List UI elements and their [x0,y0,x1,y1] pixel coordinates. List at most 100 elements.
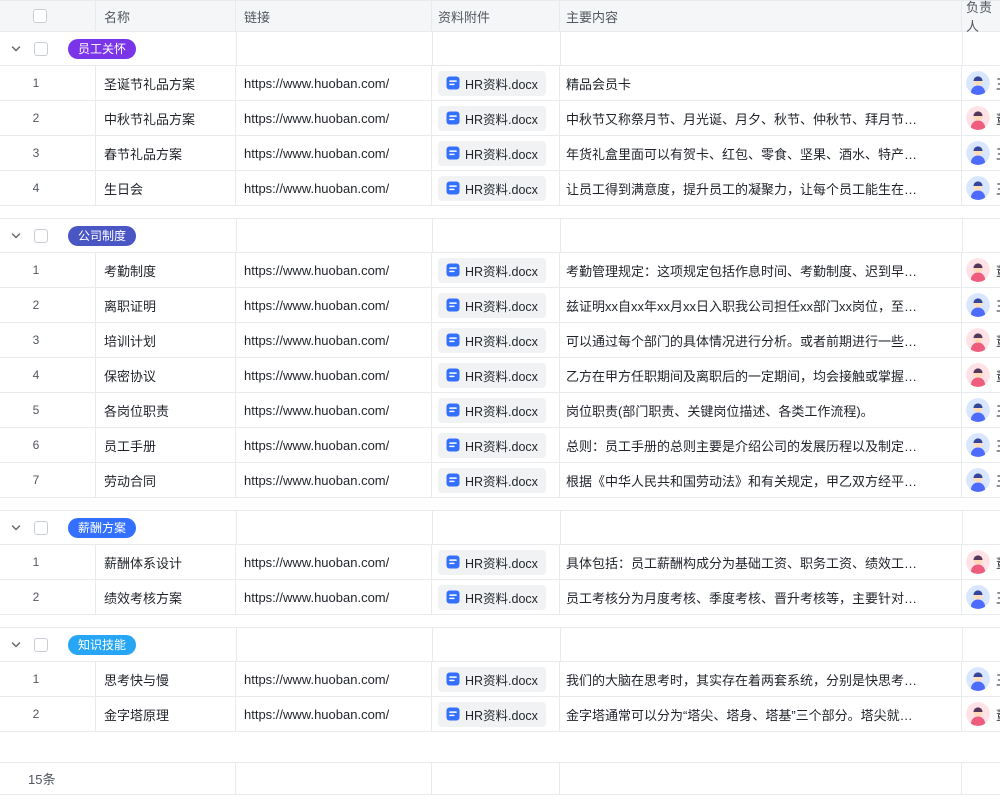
owner-avatar[interactable] [966,585,990,609]
owner-avatar[interactable] [966,258,990,282]
record-link-cell[interactable]: https://www.huoban.com/ [236,101,432,135]
record-link-cell[interactable]: https://www.huoban.com/ [236,545,432,579]
owner-avatar[interactable] [966,293,990,317]
record-link[interactable]: https://www.huoban.com/ [244,76,389,91]
table-row[interactable]: 1 思考快与慢 https://www.huoban.com/ HR资料.doc… [0,662,1000,697]
record-link[interactable]: https://www.huoban.com/ [244,590,389,605]
attachment-chip[interactable]: HR资料.docx [438,328,546,353]
record-link[interactable]: https://www.huoban.com/ [244,438,389,453]
owner-avatar[interactable] [966,328,990,352]
chevron-down-icon[interactable] [10,43,22,55]
record-link[interactable]: https://www.huoban.com/ [244,298,389,313]
group-badge[interactable]: 知识技能 [68,635,136,655]
record-name-cell[interactable]: 薪酬体系设计 [96,545,236,579]
record-name-cell[interactable]: 圣诞节礼品方案 [96,66,236,100]
record-link[interactable]: https://www.huoban.com/ [244,403,389,418]
column-header-link[interactable]: 链接 [236,1,432,31]
record-link-cell[interactable]: https://www.huoban.com/ [236,136,432,170]
record-link-cell[interactable]: https://www.huoban.com/ [236,580,432,614]
column-header-owner[interactable]: 负责人 [962,1,1000,31]
group-checkbox[interactable] [34,42,48,56]
record-name-cell[interactable]: 员工手册 [96,428,236,462]
record-name-cell[interactable]: 考勤制度 [96,253,236,287]
attachment-chip[interactable]: HR资料.docx [438,258,546,283]
record-link-cell[interactable]: https://www.huoban.com/ [236,66,432,100]
table-row[interactable]: 2 离职证明 https://www.huoban.com/ HR资料.docx… [0,288,1000,323]
attachment-chip[interactable]: HR资料.docx [438,667,546,692]
owner-avatar[interactable] [966,71,990,95]
record-link-cell[interactable]: https://www.huoban.com/ [236,358,432,392]
owner-avatar[interactable] [966,176,990,200]
record-link-cell[interactable]: https://www.huoban.com/ [236,253,432,287]
owner-avatar[interactable] [966,433,990,457]
record-link-cell[interactable]: https://www.huoban.com/ [236,393,432,427]
record-name-cell[interactable]: 生日会 [96,171,236,205]
record-name-cell[interactable]: 培训计划 [96,323,236,357]
group-badge[interactable]: 公司制度 [68,226,136,246]
record-link[interactable]: https://www.huoban.com/ [244,146,389,161]
record-name-cell[interactable]: 春节礼品方案 [96,136,236,170]
table-row[interactable]: 6 员工手册 https://www.huoban.com/ HR资料.docx… [0,428,1000,463]
record-name-cell[interactable]: 保密协议 [96,358,236,392]
record-link-cell[interactable]: https://www.huoban.com/ [236,662,432,696]
column-header-content[interactable]: 主要内容 [560,1,962,31]
attachment-chip[interactable]: HR资料.docx [438,106,546,131]
record-link-cell[interactable]: https://www.huoban.com/ [236,463,432,497]
record-name-cell[interactable]: 各岗位职责 [96,393,236,427]
attachment-chip[interactable]: HR资料.docx [438,702,546,727]
record-link-cell[interactable]: https://www.huoban.com/ [236,288,432,322]
owner-avatar[interactable] [966,667,990,691]
group-checkbox[interactable] [34,229,48,243]
record-link[interactable]: https://www.huoban.com/ [244,181,389,196]
chevron-down-icon[interactable] [10,522,22,534]
attachment-chip[interactable]: HR资料.docx [438,468,546,493]
attachment-chip[interactable]: HR资料.docx [438,585,546,610]
attachment-chip[interactable]: HR资料.docx [438,398,546,423]
record-name-cell[interactable]: 中秋节礼品方案 [96,101,236,135]
record-link[interactable]: https://www.huoban.com/ [244,111,389,126]
attachment-chip[interactable]: HR资料.docx [438,550,546,575]
record-name-cell[interactable]: 绩效考核方案 [96,580,236,614]
record-link[interactable]: https://www.huoban.com/ [244,707,389,722]
attachment-chip[interactable]: HR资料.docx [438,293,546,318]
owner-avatar[interactable] [966,106,990,130]
group-badge[interactable]: 员工关怀 [68,39,136,59]
attachment-chip[interactable]: HR资料.docx [438,141,546,166]
record-name-cell[interactable]: 金字塔原理 [96,697,236,731]
record-link[interactable]: https://www.huoban.com/ [244,473,389,488]
record-link-cell[interactable]: https://www.huoban.com/ [236,428,432,462]
group-checkbox[interactable] [34,638,48,652]
owner-avatar[interactable] [966,550,990,574]
chevron-down-icon[interactable] [10,230,22,242]
record-link[interactable]: https://www.huoban.com/ [244,263,389,278]
column-header-attachment[interactable]: 资料附件 [432,1,560,31]
owner-avatar[interactable] [966,702,990,726]
table-row[interactable]: 3 培训计划 https://www.huoban.com/ HR资料.docx… [0,323,1000,358]
select-all-checkbox[interactable] [33,9,47,23]
group-badge[interactable]: 薪酬方案 [68,518,136,538]
table-row[interactable]: 2 金字塔原理 https://www.huoban.com/ HR资料.doc… [0,697,1000,732]
table-row[interactable]: 1 薪酬体系设计 https://www.huoban.com/ HR资料.do… [0,545,1000,580]
record-link[interactable]: https://www.huoban.com/ [244,368,389,383]
record-link[interactable]: https://www.huoban.com/ [244,333,389,348]
column-header-name[interactable]: 名称 [96,1,236,31]
record-name-cell[interactable]: 离职证明 [96,288,236,322]
table-row[interactable]: 4 保密协议 https://www.huoban.com/ HR资料.docx… [0,358,1000,393]
table-row[interactable]: 7 劳动合同 https://www.huoban.com/ HR资料.docx… [0,463,1000,498]
table-row[interactable]: 2 中秋节礼品方案 https://www.huoban.com/ HR资料.d… [0,101,1000,136]
record-link-cell[interactable]: https://www.huoban.com/ [236,171,432,205]
table-row[interactable]: 1 考勤制度 https://www.huoban.com/ HR资料.docx… [0,253,1000,288]
record-link-cell[interactable]: https://www.huoban.com/ [236,697,432,731]
chevron-down-icon[interactable] [10,639,22,651]
owner-avatar[interactable] [966,363,990,387]
owner-avatar[interactable] [966,398,990,422]
attachment-chip[interactable]: HR资料.docx [438,433,546,458]
record-link[interactable]: https://www.huoban.com/ [244,672,389,687]
record-link[interactable]: https://www.huoban.com/ [244,555,389,570]
record-name-cell[interactable]: 思考快与慢 [96,662,236,696]
record-link-cell[interactable]: https://www.huoban.com/ [236,323,432,357]
table-row[interactable]: 1 圣诞节礼品方案 https://www.huoban.com/ HR资料.d… [0,66,1000,101]
group-checkbox[interactable] [34,521,48,535]
table-row[interactable]: 3 春节礼品方案 https://www.huoban.com/ HR资料.do… [0,136,1000,171]
table-row[interactable]: 2 绩效考核方案 https://www.huoban.com/ HR资料.do… [0,580,1000,615]
